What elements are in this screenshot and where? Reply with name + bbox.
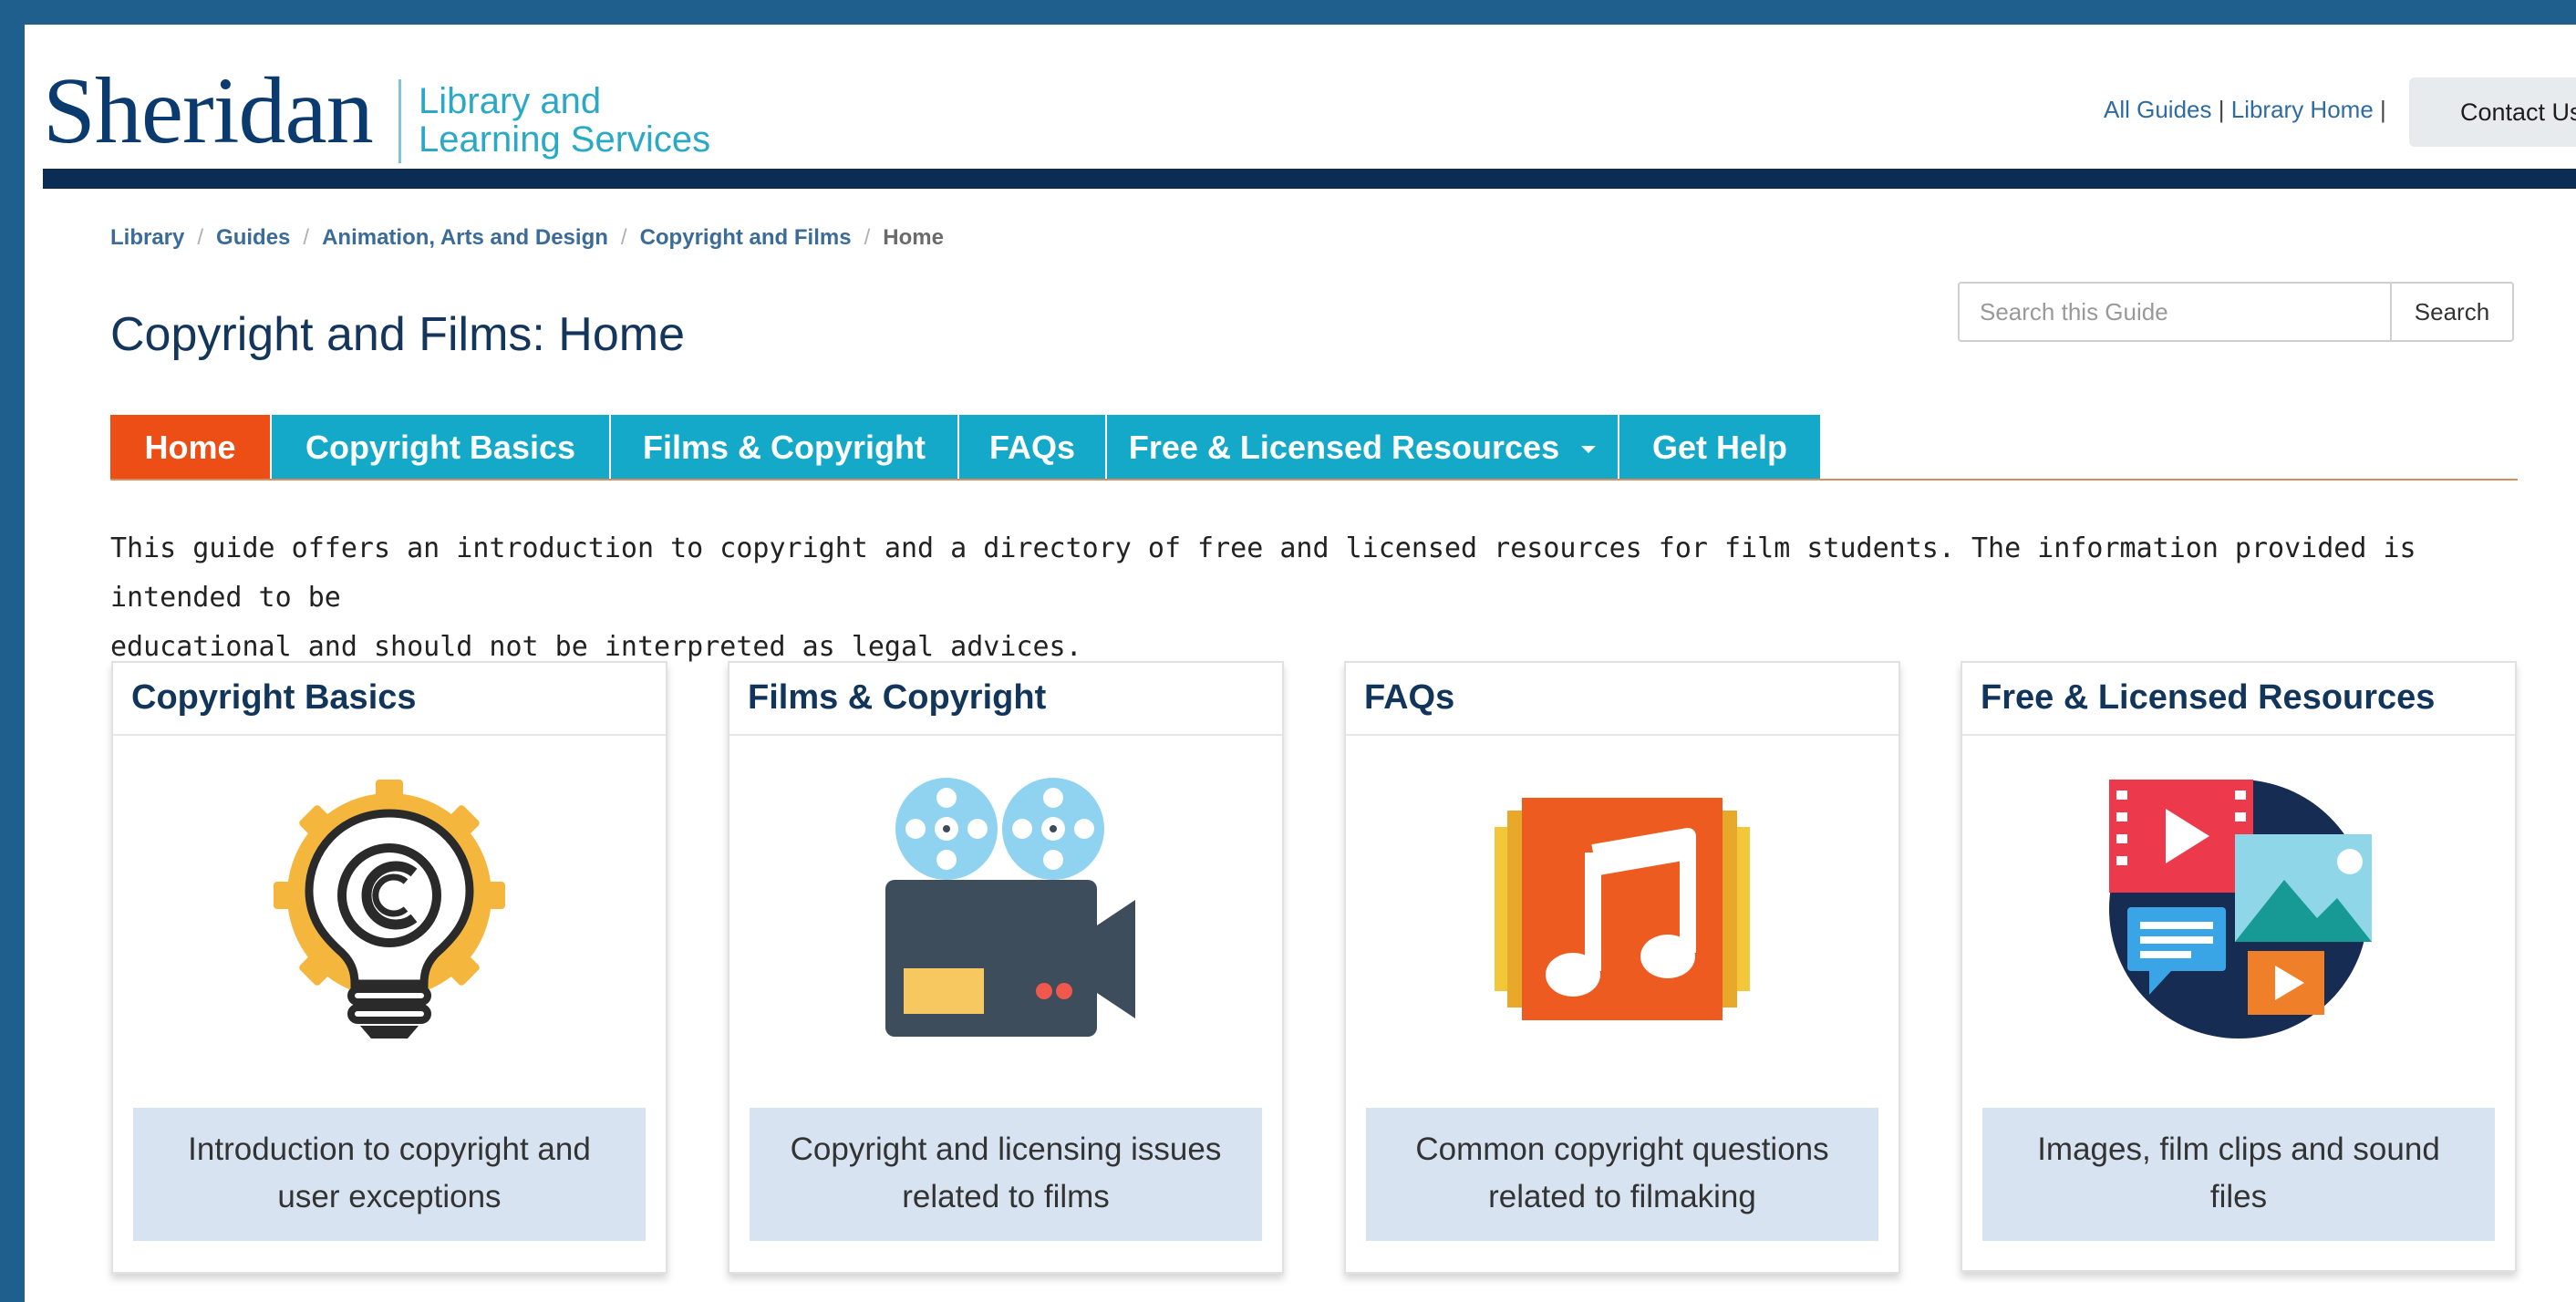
search-input[interactable] [1958,282,2392,342]
logo-subtitle-line2: Learning Services [419,119,711,160]
breadcrumb-separator: / [620,225,627,250]
tab-label: Free & Licensed Resources [1128,429,1560,466]
card-description[interactable]: Copyright and licensing issues related t… [750,1108,1262,1241]
breadcrumb-current: Home [883,225,944,250]
tab-label: Films & Copyright [642,429,926,466]
contact-us-button[interactable]: Contact Us [2409,78,2576,147]
card-free-licensed-resources[interactable]: Free & Licensed Resources Images, film c… [1960,661,2517,1272]
tab-films-and-copyright[interactable]: Films & Copyright [611,415,957,480]
film-camera-icon[interactable] [729,772,1282,1055]
header-bar [43,169,2576,189]
logo-wordmark: Sheridan [43,58,374,163]
breadcrumb-separator: / [864,225,871,250]
card-films-and-copyright[interactable]: Films & Copyright Copyright and licensin… [728,661,1284,1274]
breadcrumb-guides[interactable]: Guides [216,225,290,250]
breadcrumb-separator: / [197,225,204,250]
tab-label: FAQs [988,429,1076,466]
music-album-icon[interactable] [1346,772,1898,1055]
all-guides-link[interactable]: All Guides [2104,96,2212,123]
library-home-link[interactable]: Library Home [2231,96,2374,123]
caret-down-icon [1581,446,1597,454]
logo-divider [398,79,401,163]
tab-faqs[interactable]: FAQs [959,415,1105,480]
card-title[interactable]: Free & Licensed Resources [1962,663,2515,736]
top-links: All Guides | Library Home | [2104,96,2386,124]
card-description-line: related to films [902,1179,1110,1214]
intro-text: This guide offers an introduction to cop… [110,524,2499,672]
tab-label: Copyright Basics [305,429,576,466]
page-title: Copyright and Films: Home [110,308,685,361]
tab-copyright-basics[interactable]: Copyright Basics [272,415,609,480]
tab-get-help[interactable]: Get Help [1619,415,1820,480]
breadcrumb-copyright-and-films[interactable]: Copyright and Films [640,225,852,250]
logo-subtitle-line1: Library and [419,81,602,121]
tab-home[interactable]: Home [110,415,270,480]
page-frame: Sheridan Library and Learning Services A… [25,25,2576,1302]
search-button[interactable]: Search [2390,282,2514,342]
intro-line: This guide offers an introduction to cop… [110,532,2416,614]
tab-label: Get Help [1651,429,1788,466]
breadcrumb-library[interactable]: Library [110,225,184,250]
card-description[interactable]: Images, film clips and sound files [1982,1108,2495,1241]
card-description[interactable]: Introduction to copyright and user excep… [133,1108,646,1241]
card-description-line: user exceptions [277,1179,502,1214]
card-description-line: Copyright and licensing issues [790,1132,1222,1167]
card-description[interactable]: Common copyright questions related to fi… [1366,1108,1878,1241]
card-title[interactable]: Films & Copyright [729,663,1282,736]
card-copyright-basics[interactable]: Copyright Basics Introduction to copyrig… [111,661,667,1274]
card-description-line: files [2209,1179,2268,1214]
card-description-line: related to filmaking [1488,1179,1756,1214]
card-title[interactable]: FAQs [1346,663,1898,736]
tab-free-licensed-resources[interactable]: Free & Licensed Resources [1107,415,1618,480]
link-separator: | [2218,96,2225,123]
copyright-lightbulb-icon[interactable] [113,772,666,1055]
breadcrumb-separator: / [303,225,310,250]
card-description-line: Introduction to copyright and [188,1132,591,1167]
breadcrumb: Library / Guides / Animation, Arts and Desig… [110,225,944,251]
media-files-icon[interactable] [1962,772,2515,1055]
card-faqs[interactable]: FAQs Common copyright questions related … [1344,661,1900,1274]
tab-underline [110,479,2518,480]
link-separator: | [2380,96,2386,123]
card-title[interactable]: Copyright Basics [113,663,666,736]
breadcrumb-animation-arts-design[interactable]: Animation, Arts and Design [322,225,608,250]
tab-label: Home [144,429,236,466]
card-description-line: Images, film clips and sound [2037,1132,2440,1167]
card-description-line: Common copyright questions [1415,1132,1829,1167]
